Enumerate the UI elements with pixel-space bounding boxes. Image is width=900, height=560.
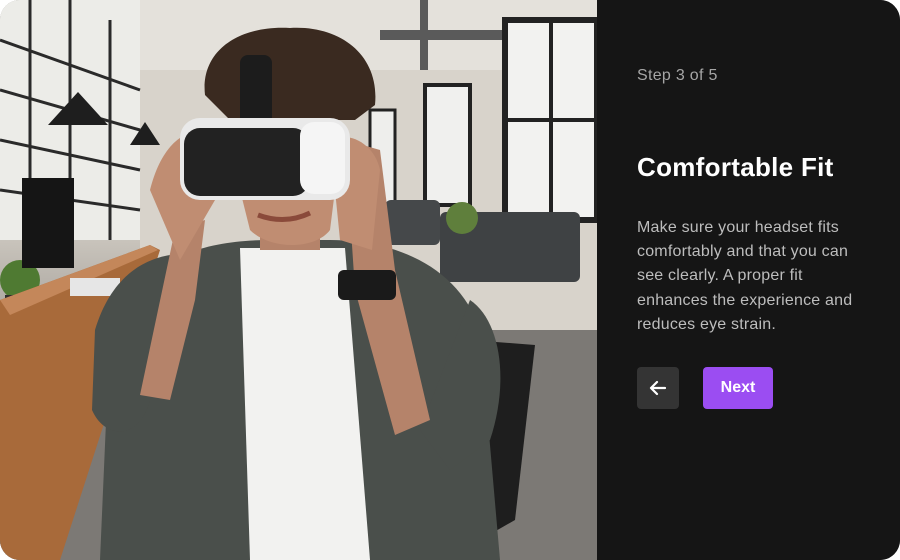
- onboarding-card: Step 3 of 5 Comfortable Fit Make sure yo…: [0, 0, 900, 560]
- step-indicator: Step 3 of 5: [637, 67, 718, 84]
- arrow-left-icon: [649, 380, 667, 396]
- page-title: Comfortable Fit: [637, 152, 834, 182]
- next-button[interactable]: Next: [703, 367, 773, 409]
- step-description: Make sure your headset fits comfortably …: [637, 219, 853, 333]
- hero-image: [0, 0, 597, 560]
- onboarding-panel: Step 3 of 5 Comfortable Fit Make sure yo…: [597, 0, 900, 560]
- back-button[interactable]: [637, 367, 679, 409]
- vr-user-illustration: [0, 0, 597, 560]
